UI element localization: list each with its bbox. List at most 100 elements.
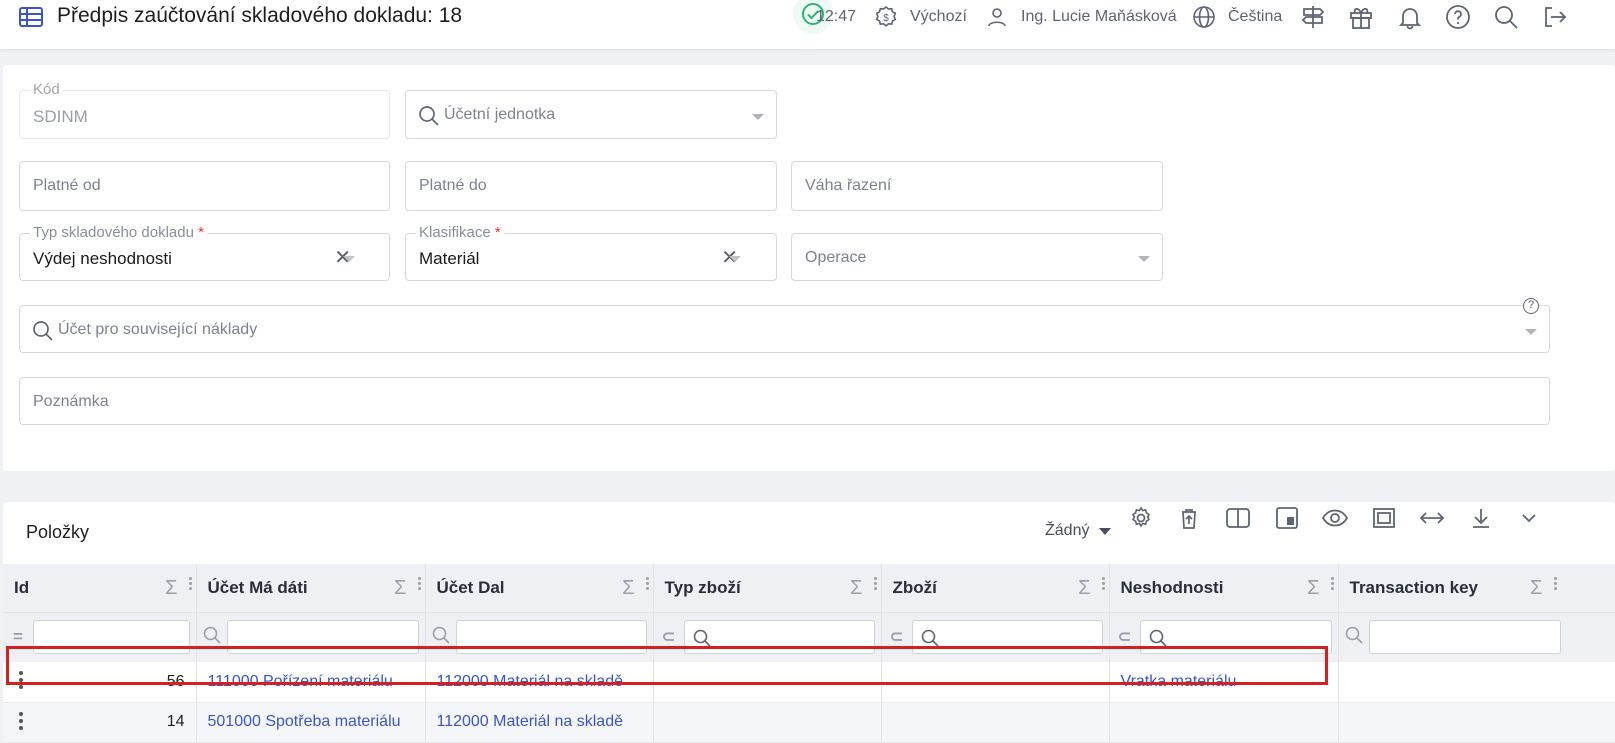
column-header-ucet-dal[interactable]: Účet Dal Σ xyxy=(425,564,654,612)
kod-field: Kód SDINM xyxy=(19,81,390,139)
download-icon[interactable] xyxy=(1466,503,1496,533)
search-icon xyxy=(1345,626,1363,649)
eye-icon[interactable] xyxy=(1320,503,1350,533)
filter-zbozi: ⊂ xyxy=(881,611,1110,662)
sigma-icon[interactable]: Σ xyxy=(850,577,862,600)
column-menu-icon[interactable] xyxy=(188,577,192,591)
column-header-neshodnosti[interactable]: Neshodnosti Σ xyxy=(1109,564,1339,612)
layout-icon[interactable] xyxy=(1272,503,1302,533)
platne-do-placeholder: Platné do xyxy=(419,177,487,194)
cell-transaction-key xyxy=(1338,662,1615,703)
column-header-typ-zbozi[interactable]: Typ zboží Σ xyxy=(653,564,882,612)
typ-dokladu-select[interactable]: Typ skladového dokladu * Výdej neshodnos… xyxy=(19,224,390,281)
column-menu-icon[interactable] xyxy=(1330,577,1334,591)
column-header-transaction-key[interactable]: Transaction key Σ xyxy=(1338,564,1615,612)
ucet-naklady-placeholder: Účet pro související náklady xyxy=(58,321,258,338)
help-icon[interactable]: ? xyxy=(1523,298,1539,314)
subset-icon[interactable]: ⊂ xyxy=(660,627,678,647)
filter-input-transaction-key[interactable] xyxy=(1368,620,1561,655)
column-menu-icon[interactable] xyxy=(1553,577,1557,591)
chevron-down-icon xyxy=(1525,329,1537,335)
column-menu-icon[interactable] xyxy=(417,577,421,591)
vaha-razeni-field[interactable]: Váha řazení xyxy=(791,161,1163,211)
filter-input-ucet-dal[interactable] xyxy=(455,620,647,655)
currency-profile-label: Výchozí xyxy=(910,8,967,25)
column-header-ucet-md[interactable]: Účet Má dáti Σ xyxy=(196,564,426,612)
sigma-icon[interactable]: Σ xyxy=(1078,577,1090,600)
filter-input-ucet-md[interactable] xyxy=(226,620,419,655)
ucet-naklady-select[interactable]: Účet pro související náklady ? xyxy=(19,298,1550,353)
grid-toolbar xyxy=(0,503,1615,533)
user-menu[interactable]: Ing. Lucie Maňásková xyxy=(986,4,1177,30)
filter-input-typ-zbozi[interactable] xyxy=(683,620,875,655)
subset-icon[interactable]: ⊂ xyxy=(888,627,906,647)
table-row[interactable]: 56 111000 Pořízení materiálu 112000 Mate… xyxy=(3,662,1615,703)
language-label: Čeština xyxy=(1228,8,1283,25)
cell-typ-zbozi xyxy=(653,662,882,703)
signpost-icon[interactable] xyxy=(1300,4,1326,30)
sigma-icon[interactable]: Σ xyxy=(622,577,634,600)
cell-zbozi xyxy=(881,662,1110,703)
sigma-icon[interactable]: Σ xyxy=(394,577,406,600)
cell-ucet-md[interactable]: 111000 Pořízení materiálu xyxy=(196,662,426,703)
poznamka-field[interactable]: Poznámka xyxy=(19,377,1550,425)
language-selector[interactable]: Čeština xyxy=(1192,4,1282,30)
operace-select[interactable]: Operace xyxy=(791,233,1163,281)
filter-neshodnosti: ⊂ xyxy=(1109,611,1339,662)
column-menu-icon[interactable] xyxy=(645,577,649,591)
equals-icon[interactable]: = xyxy=(9,627,27,647)
platne-do-field[interactable]: Platné do xyxy=(405,161,777,211)
cell-neshodnosti xyxy=(1109,702,1339,743)
filter-ucet-md xyxy=(196,611,426,662)
cell-typ-zbozi xyxy=(653,702,882,743)
ucetni-jednotka-select[interactable]: Účetní jednotka xyxy=(405,90,777,139)
subset-icon[interactable]: ⊂ xyxy=(1116,627,1134,647)
typ-dokladu-label: Typ skladového dokladu * xyxy=(30,224,207,241)
ucetni-jednotka-placeholder: Účetní jednotka xyxy=(444,106,556,123)
search-icon xyxy=(1149,629,1167,647)
platne-od-field[interactable]: Platné od xyxy=(19,161,390,211)
column-menu-icon[interactable] xyxy=(873,577,877,591)
filter-input-id[interactable] xyxy=(33,620,190,655)
cell-neshodnosti[interactable]: Vratka materiálu xyxy=(1109,662,1339,703)
vaha-razeni-placeholder: Váha řazení xyxy=(805,177,892,194)
gift-icon[interactable] xyxy=(1348,4,1374,30)
settings-icon[interactable] xyxy=(1126,503,1156,533)
search-icon[interactable] xyxy=(1493,4,1519,30)
poznamka-placeholder: Poznámka xyxy=(33,393,109,410)
column-menu-icon[interactable] xyxy=(1101,577,1105,591)
cell-ucet-md[interactable]: 501000 Spotřeba materiálu xyxy=(196,702,426,743)
cell-id: 56 xyxy=(3,662,197,703)
row-menu-icon[interactable] xyxy=(19,671,23,689)
search-icon xyxy=(432,626,450,649)
cell-ucet-dal[interactable]: 112000 Materiál na skladě xyxy=(425,662,654,703)
column-header-id[interactable]: Id Σ xyxy=(3,564,197,612)
filter-input-zbozi[interactable] xyxy=(911,620,1103,655)
delete-icon[interactable] xyxy=(1174,503,1204,533)
filter-input-neshodnosti[interactable] xyxy=(1139,620,1332,655)
sigma-icon[interactable]: Σ xyxy=(1307,577,1319,600)
sigma-icon[interactable]: Σ xyxy=(165,577,177,600)
fit-width-icon[interactable] xyxy=(1417,503,1447,533)
row-menu-icon[interactable] xyxy=(19,711,23,730)
help-icon[interactable] xyxy=(1445,4,1471,30)
logout-icon[interactable] xyxy=(1541,4,1567,30)
column-header-zbozi[interactable]: Zboží Σ xyxy=(881,564,1110,612)
table-icon xyxy=(18,4,44,30)
platne-od-placeholder: Platné od xyxy=(33,177,101,194)
top-bar: Předpis zaúčtování skladového dokladu: 1… xyxy=(0,0,1615,50)
columns-icon[interactable] xyxy=(1223,503,1253,533)
frame-icon[interactable] xyxy=(1369,503,1399,533)
bell-icon[interactable] xyxy=(1397,4,1423,30)
search-icon xyxy=(921,629,939,647)
currency-profile-button[interactable]: $ Výchozí xyxy=(874,4,967,30)
globe-icon xyxy=(1192,5,1216,29)
chevron-down-icon xyxy=(752,114,764,120)
filter-id: = xyxy=(3,611,197,662)
sigma-icon[interactable]: Σ xyxy=(1530,577,1542,600)
chevron-down-icon[interactable] xyxy=(1514,503,1544,533)
klasifikace-select[interactable]: Klasifikace * Materiál ✕ xyxy=(405,224,777,281)
cell-ucet-dal[interactable]: 112000 Materiál na skladě xyxy=(425,702,654,743)
chevron-down-icon xyxy=(729,256,741,262)
table-row[interactable]: 14 501000 Spotřeba materiálu 112000 Mate… xyxy=(3,702,1615,743)
